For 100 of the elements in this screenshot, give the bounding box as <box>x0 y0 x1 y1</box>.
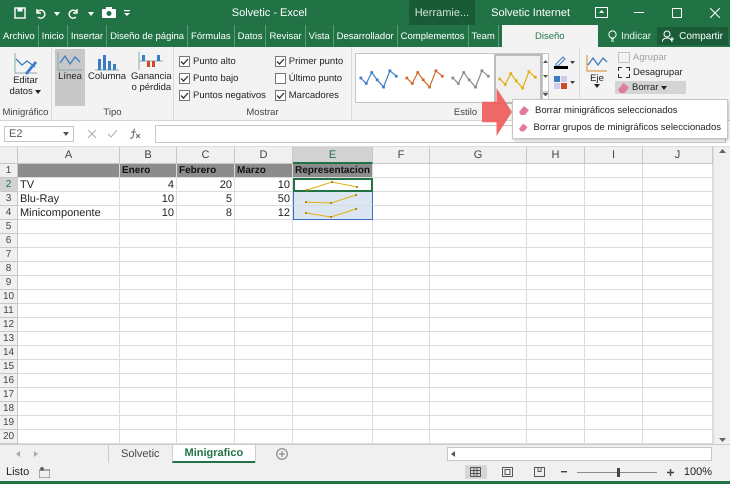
empty-cell[interactable] <box>527 206 585 220</box>
empty-cell[interactable] <box>120 318 177 332</box>
empty-cell[interactable] <box>585 346 643 360</box>
column-header[interactable]: C <box>177 147 235 164</box>
sparkline-type-button[interactable]: Línea <box>55 49 85 106</box>
minimize-icon[interactable] <box>634 12 644 14</box>
empty-cell[interactable] <box>585 178 643 192</box>
table-cell[interactable]: 10 <box>120 192 177 206</box>
row-header[interactable]: 2 <box>0 178 18 192</box>
row-header[interactable]: 4 <box>0 206 18 220</box>
checkbox[interactable] <box>179 56 190 66</box>
empty-cell[interactable] <box>293 248 373 262</box>
empty-cell[interactable] <box>430 220 527 234</box>
empty-cell[interactable] <box>120 262 177 276</box>
empty-cell[interactable] <box>177 220 235 234</box>
empty-cell[interactable] <box>430 416 527 430</box>
empty-cell[interactable] <box>527 416 585 430</box>
empty-cell[interactable] <box>527 192 585 206</box>
scroll-up-icon[interactable] <box>543 60 548 64</box>
sparkline-cell[interactable] <box>293 178 373 192</box>
empty-cell[interactable] <box>235 346 293 360</box>
zoom-level[interactable]: 100% <box>684 466 712 478</box>
empty-cell[interactable] <box>430 346 527 360</box>
empty-cell[interactable] <box>430 332 527 346</box>
table-cell[interactable]: Enero <box>120 164 177 178</box>
empty-cell[interactable] <box>430 248 527 262</box>
empty-cell[interactable] <box>235 276 293 290</box>
empty-cell[interactable] <box>177 318 235 332</box>
empty-cell[interactable] <box>527 276 585 290</box>
empty-cell[interactable] <box>585 220 643 234</box>
empty-cell[interactable] <box>293 360 373 374</box>
empty-cell[interactable] <box>293 262 373 276</box>
empty-cell[interactable] <box>527 360 585 374</box>
empty-cell[interactable] <box>585 206 643 220</box>
empty-cell[interactable] <box>373 234 430 248</box>
empty-cell[interactable] <box>235 318 293 332</box>
empty-cell[interactable] <box>293 388 373 402</box>
empty-cell[interactable] <box>527 318 585 332</box>
empty-cell[interactable] <box>120 360 177 374</box>
insert-function-icon[interactable] <box>129 128 141 139</box>
ribbon-tab[interactable]: Diseño <box>502 25 598 47</box>
empty-cell[interactable] <box>373 402 430 416</box>
empty-cell[interactable] <box>235 416 293 430</box>
row-header[interactable]: 8 <box>0 262 18 276</box>
column-header[interactable]: I <box>585 147 643 164</box>
empty-cell[interactable] <box>293 374 373 388</box>
empty-cell[interactable] <box>527 346 585 360</box>
checkbox[interactable] <box>274 90 286 100</box>
row-header[interactable]: 16 <box>0 374 18 388</box>
checkbox-label[interactable]: Primer punto <box>288 56 344 66</box>
empty-cell[interactable] <box>585 276 643 290</box>
row-header[interactable]: 1 <box>0 164 18 178</box>
empty-cell[interactable] <box>235 332 293 346</box>
empty-cell[interactable] <box>120 234 177 248</box>
empty-cell[interactable] <box>120 248 177 262</box>
empty-cell[interactable] <box>527 248 585 262</box>
page-layout-icon[interactable] <box>502 467 514 477</box>
empty-cell[interactable] <box>373 388 430 402</box>
column-header[interactable]: E <box>293 147 373 164</box>
empty-cell[interactable] <box>585 318 643 332</box>
empty-cell[interactable] <box>177 374 235 388</box>
empty-cell[interactable] <box>527 388 585 402</box>
row-header[interactable]: 18 <box>0 402 18 416</box>
ribbon-display-icon[interactable] <box>594 7 608 18</box>
macro-recording-icon[interactable] <box>39 466 50 478</box>
row-header[interactable]: 3 <box>0 192 18 206</box>
table-cell[interactable]: 8 <box>177 206 235 220</box>
empty-cell[interactable] <box>177 346 235 360</box>
empty-cell[interactable] <box>293 318 373 332</box>
empty-cell[interactable] <box>585 164 643 178</box>
table-cell[interactable]: Marzo <box>235 164 293 178</box>
column-header[interactable]: A <box>18 147 120 164</box>
empty-cell[interactable] <box>177 262 235 276</box>
empty-cell[interactable] <box>120 402 177 416</box>
column-header[interactable]: J <box>643 147 713 164</box>
empty-cell[interactable] <box>120 332 177 346</box>
empty-cell[interactable] <box>235 388 293 402</box>
empty-cell[interactable] <box>293 332 373 346</box>
table-cell[interactable]: Minicomponente <box>18 206 120 220</box>
empty-cell[interactable] <box>585 416 643 430</box>
empty-cell[interactable] <box>120 388 177 402</box>
scroll-left-icon[interactable] <box>451 451 455 457</box>
empty-cell[interactable] <box>177 234 235 248</box>
empty-cell[interactable] <box>120 346 177 360</box>
scroll-down-icon[interactable] <box>718 438 726 442</box>
column-header[interactable]: B <box>120 147 177 164</box>
next-sheet-icon[interactable] <box>34 451 38 457</box>
empty-cell[interactable] <box>177 304 235 318</box>
undo-icon[interactable] <box>34 6 46 18</box>
empty-cell[interactable] <box>585 234 643 248</box>
scroll-down-icon[interactable] <box>543 75 548 78</box>
empty-cell[interactable] <box>177 276 235 290</box>
scroll-up-icon[interactable] <box>718 149 726 153</box>
row-header[interactable]: 15 <box>0 360 18 374</box>
empty-cell[interactable] <box>235 304 293 318</box>
empty-cell[interactable] <box>585 262 643 276</box>
empty-cell[interactable] <box>177 248 235 262</box>
checkbox-label[interactable]: Marcadores <box>288 90 339 100</box>
empty-cell[interactable] <box>293 304 373 318</box>
vertical-scrollbar[interactable] <box>713 147 730 444</box>
